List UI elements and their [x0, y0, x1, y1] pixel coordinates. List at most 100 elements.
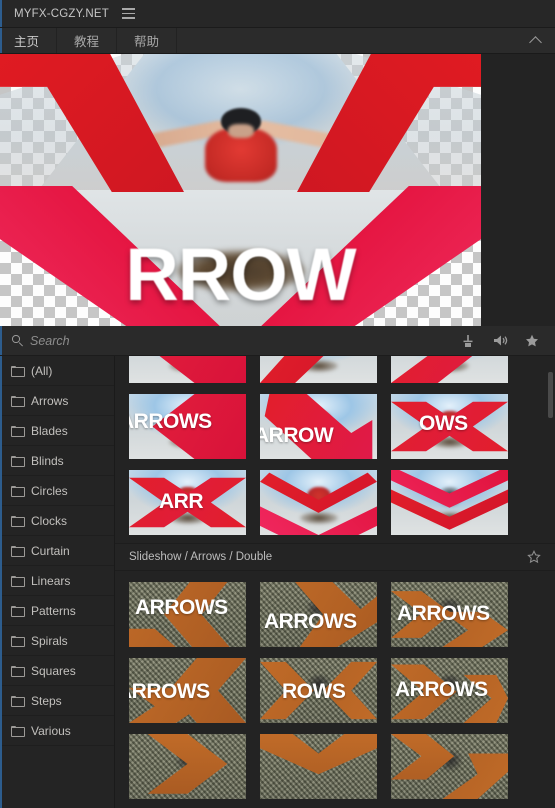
- thumbnail-item[interactable]: ROWS: [260, 658, 377, 723]
- thumbnail-item[interactable]: OWS: [391, 394, 508, 459]
- sidebar-item-blades[interactable]: Blades: [0, 416, 114, 446]
- thumbnail-item[interactable]: [260, 734, 377, 799]
- thumb-title-text: ARROWS: [129, 410, 212, 433]
- tab-bar: 主页 教程 帮助: [0, 28, 555, 54]
- hamburger-line: [122, 8, 136, 10]
- preset-grid-red: ARROWS RROWS: [115, 356, 555, 535]
- sidebar-item-linears[interactable]: Linears: [0, 566, 114, 596]
- thumbnail-item[interactable]: [260, 356, 377, 383]
- thumbnail-item[interactable]: ARROWS: [391, 658, 508, 723]
- thumbnail-item[interactable]: ARR: [129, 470, 246, 535]
- sidebar-item-label: Spirals: [31, 633, 68, 648]
- sidebar-item-label: Circles: [31, 483, 68, 498]
- preview-title-text: RROW: [125, 233, 356, 316]
- thumbnail-item[interactable]: ARROWS: [129, 394, 246, 459]
- hamburger-line: [122, 17, 136, 19]
- folder-icon: [11, 576, 25, 587]
- sidebar-item-all[interactable]: (All): [0, 356, 114, 386]
- folder-icon: [11, 726, 25, 737]
- hamburger-line: [122, 12, 136, 15]
- chevron-up-icon: [528, 35, 542, 49]
- sidebar-item-clocks[interactable]: Clocks: [0, 506, 114, 536]
- scrollbar-thumb[interactable]: [548, 372, 553, 418]
- sidebar-item-various[interactable]: Various: [0, 716, 114, 746]
- thumb-title-text: OWS: [419, 412, 468, 435]
- search-icon: [12, 335, 23, 347]
- search-input[interactable]: [30, 333, 460, 348]
- preset-grid-brown: ARROWS ARROWS ARROWS RROWS ROWS ARROWS: [115, 582, 555, 799]
- sidebar-item-label: Various: [31, 723, 71, 738]
- sidebar-item-curtain[interactable]: Curtain: [0, 536, 114, 566]
- star-icon[interactable]: [524, 333, 540, 349]
- thumbnail-item[interactable]: ARROWS: [129, 356, 246, 383]
- speaker-icon[interactable]: [492, 333, 508, 349]
- thumb-title-text: ARROWS: [395, 678, 488, 701]
- thumb-title-text: ARROWS: [129, 680, 210, 703]
- thumbnail-item[interactable]: [129, 734, 246, 799]
- title-bar: MYFX-CGZY.NET: [0, 0, 555, 28]
- thumbnail-item[interactable]: [391, 734, 508, 799]
- breadcrumb: Slideshow / Arrows / Double: [129, 551, 273, 563]
- tab-bar-spacer: [177, 28, 515, 53]
- thumb-title-text: ARR: [159, 490, 204, 513]
- search-bar: [0, 326, 555, 356]
- sidebar-item-label: Squares: [31, 663, 76, 678]
- thumbnail-item[interactable]: ARROW: [260, 394, 377, 459]
- folder-icon: [11, 486, 25, 497]
- preview-canvas[interactable]: RROW: [0, 54, 481, 326]
- sidebar-item-steps[interactable]: Steps: [0, 686, 114, 716]
- category-sidebar: (All) Arrows Blades Blinds Circles Clock…: [0, 356, 115, 808]
- thumb-title-text: ARROW: [260, 424, 334, 447]
- sidebar-item-label: Patterns: [31, 603, 76, 618]
- thumb-board: [299, 511, 338, 524]
- sidebar-item-label: (All): [31, 363, 53, 378]
- thumbnail-item-selected[interactable]: [260, 470, 377, 535]
- sidebar-item-squares[interactable]: Squares: [0, 656, 114, 686]
- content-scrollbar[interactable]: [548, 358, 553, 588]
- folder-icon: [11, 366, 25, 377]
- search-bar-actions: [460, 333, 555, 349]
- tab-tutorial[interactable]: 教程: [57, 28, 118, 53]
- thumbnail-item[interactable]: ARROWS: [129, 582, 246, 647]
- sidebar-item-label: Steps: [31, 693, 62, 708]
- sidebar-item-patterns[interactable]: Patterns: [0, 596, 114, 626]
- sidebar-item-label: Blades: [31, 423, 68, 438]
- sidebar-item-spirals[interactable]: Spirals: [0, 626, 114, 656]
- sidebar-item-arrows[interactable]: Arrows: [0, 386, 114, 416]
- sidebar-item-label: Linears: [31, 573, 71, 588]
- folder-icon: [11, 546, 25, 557]
- sidebar-item-label: Clocks: [31, 513, 68, 528]
- thumbnail-grid: ARROWS ARROWS ARROWS RROWS ROWS ARROWS: [129, 582, 541, 799]
- hamburger-icon[interactable]: [122, 8, 136, 19]
- folder-icon: [11, 636, 25, 647]
- folder-icon: [11, 516, 25, 527]
- thumbnail-item[interactable]: ARROWS: [129, 658, 246, 723]
- thumbnail-item[interactable]: RROWS: [391, 356, 508, 383]
- thumbnail-grid: ARROWS RROWS: [129, 356, 541, 535]
- thumbnail-item[interactable]: [391, 470, 508, 535]
- sidebar-item-circles[interactable]: Circles: [0, 476, 114, 506]
- tab-help[interactable]: 帮助: [117, 28, 178, 53]
- preset-browser: ARROWS RROWS: [115, 356, 555, 808]
- sidebar-item-label: Arrows: [31, 393, 69, 408]
- collapse-panel-button[interactable]: [515, 28, 555, 53]
- folder-icon: [11, 396, 25, 407]
- search-icon-handle: [18, 342, 23, 347]
- window-title: MYFX-CGZY.NET: [14, 7, 110, 20]
- tab-home[interactable]: 主页: [0, 28, 58, 53]
- sidebar-item-label: Blinds: [31, 453, 64, 468]
- sidebar-item-label: Curtain: [31, 543, 70, 558]
- thumb-title-text: ARROWS: [264, 610, 357, 633]
- section-header: Slideshow / Arrows / Double: [115, 543, 555, 571]
- folder-icon: [11, 666, 25, 677]
- preview-area: RROW: [0, 54, 555, 326]
- thumbnail-item[interactable]: ARROWS: [260, 582, 377, 647]
- main-body: (All) Arrows Blades Blinds Circles Clock…: [0, 356, 555, 808]
- stamp-icon[interactable]: [460, 333, 476, 349]
- folder-icon: [11, 606, 25, 617]
- thumb-title-text: ROWS: [282, 680, 346, 703]
- sidebar-item-blinds[interactable]: Blinds: [0, 446, 114, 476]
- thumbnail-item[interactable]: ARROWS: [391, 582, 508, 647]
- folder-icon: [11, 696, 25, 707]
- star-outline-icon[interactable]: [527, 550, 541, 564]
